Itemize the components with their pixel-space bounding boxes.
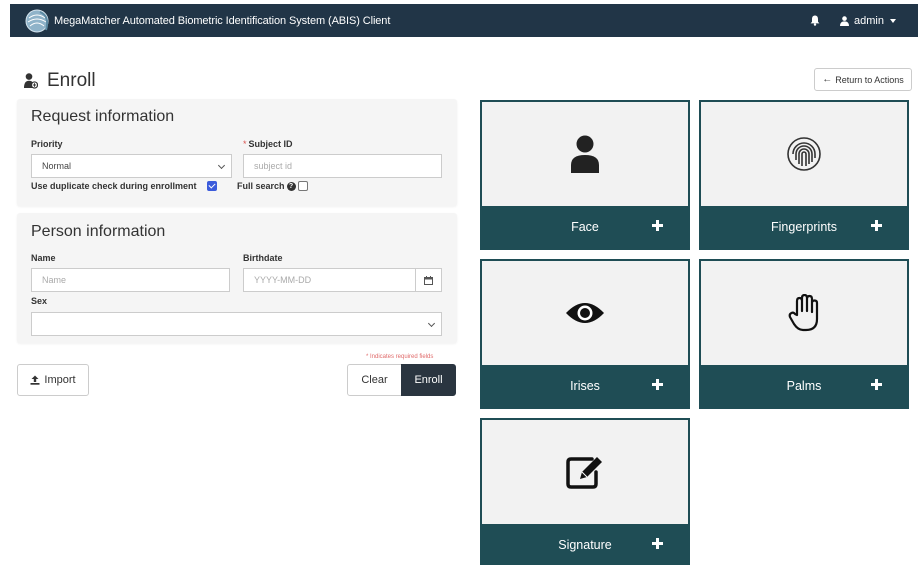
- subject-id-label: * Subject ID: [243, 139, 293, 149]
- irises-card-icon-area: [482, 261, 688, 365]
- modality-card-irises[interactable]: Irises: [480, 259, 690, 409]
- user-icon: [840, 15, 850, 26]
- fingerprints-card-icon-area: [701, 102, 907, 206]
- plus-icon: [869, 218, 885, 234]
- palms-card-icon-area: [701, 261, 907, 365]
- name-placeholder: Name: [42, 275, 67, 285]
- eye-icon: [566, 303, 604, 323]
- duplicate-check-label: Use duplicate check during enrollment: [31, 181, 197, 191]
- priority-select[interactable]: Normal: [31, 154, 232, 178]
- return-to-actions-button[interactable]: ← Return to Actions: [814, 68, 912, 91]
- request-information-heading: Request information: [31, 108, 175, 125]
- modality-card-signature[interactable]: Signature: [480, 418, 690, 565]
- modality-card-fingerprints[interactable]: Fingerprints: [699, 100, 909, 250]
- person-information-panel: Person information Name Name Birthdate Y…: [17, 213, 457, 343]
- import-button[interactable]: Import: [17, 364, 89, 396]
- chevron-down-icon: [890, 18, 896, 23]
- face-card-icon-area: [482, 102, 688, 206]
- subject-id-label-text: Subject ID: [248, 139, 293, 149]
- plus-icon: [869, 377, 885, 393]
- fingerprint-icon: [787, 137, 821, 171]
- modality-card-face[interactable]: Face: [480, 100, 690, 250]
- person-information-heading: Person information: [31, 223, 166, 240]
- face-card-footer: Face: [482, 206, 688, 248]
- user-add-icon: [24, 73, 38, 89]
- app-title: MegaMatcher Automated Biometric Identifi…: [54, 14, 391, 27]
- plus-icon: [650, 536, 666, 552]
- globe-fingerprint-logo[interactable]: [24, 8, 52, 34]
- subject-id-placeholder: subject id: [254, 161, 293, 171]
- irises-card-footer: Irises: [482, 365, 688, 407]
- full-search-label: Full search: [237, 181, 285, 191]
- calendar-icon[interactable]: [415, 269, 441, 291]
- request-information-panel: Request information Priority Normal * Sub…: [17, 99, 457, 206]
- bell-icon[interactable]: [808, 14, 822, 28]
- enroll-button[interactable]: Enroll: [401, 364, 456, 396]
- modality-card-palms[interactable]: Palms: [699, 259, 909, 409]
- palms-card-footer: Palms: [701, 365, 907, 407]
- question-circle-icon[interactable]: ?: [286, 181, 296, 191]
- subject-id-input[interactable]: subject id: [243, 154, 442, 178]
- navbar-right: admin: [808, 14, 918, 28]
- page-title: Enroll: [24, 70, 96, 92]
- username: admin: [854, 14, 884, 27]
- duplicate-check-checkbox[interactable]: [206, 181, 217, 191]
- top-navbar: MegaMatcher Automated Biometric Identifi…: [0, 0, 918, 40]
- import-button-label: Import: [44, 374, 76, 386]
- name-label: Name: [31, 253, 56, 263]
- sex-select[interactable]: [31, 312, 442, 336]
- full-search-checkbox[interactable]: [297, 181, 308, 191]
- priority-value: Normal: [42, 161, 72, 171]
- signature-card-footer: Signature: [482, 524, 688, 565]
- signature-card-icon-area: [482, 420, 688, 524]
- user-menu[interactable]: admin: [840, 15, 896, 27]
- full-search-option: Full search ?: [237, 181, 308, 191]
- hand-icon: [788, 294, 819, 332]
- plus-icon: [650, 218, 666, 234]
- birthdate-input[interactable]: YYYY-MM-DD: [243, 268, 442, 292]
- arrow-left-icon: ←: [822, 74, 833, 85]
- name-input[interactable]: Name: [31, 268, 230, 292]
- chevron-down-icon: [427, 319, 436, 328]
- duplicate-check-option: Use duplicate check during enrollment: [31, 181, 217, 191]
- priority-label: Priority: [31, 139, 63, 149]
- birthdate-placeholder: YYYY-MM-DD: [254, 275, 312, 285]
- navbar-bar: MegaMatcher Automated Biometric Identifi…: [10, 4, 918, 37]
- sex-label: Sex: [31, 296, 48, 306]
- birthdate-label: Birthdate: [243, 253, 283, 263]
- person-icon: [571, 135, 599, 173]
- required-fields-note: * Indicates required fields: [366, 354, 434, 360]
- fingerprints-card-footer: Fingerprints: [701, 206, 907, 248]
- plus-icon: [650, 377, 666, 393]
- upload-icon: [30, 375, 40, 385]
- required-star: *: [243, 139, 247, 149]
- return-button-label: Return to Actions: [835, 74, 904, 85]
- signature-icon: [566, 457, 602, 489]
- clear-button[interactable]: Clear: [347, 364, 402, 396]
- page-title-text: Enroll: [47, 70, 96, 91]
- chevron-down-icon: [217, 161, 226, 170]
